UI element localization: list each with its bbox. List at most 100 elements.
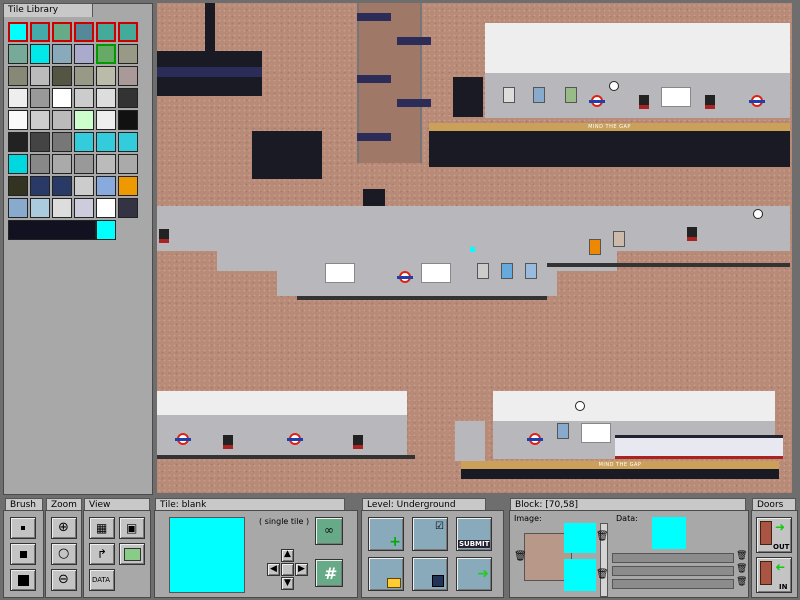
brush-medium-button[interactable] [10,543,36,565]
tile-lattice-3[interactable] [118,132,138,152]
tile-exit[interactable] [74,44,94,64]
tile-bench[interactable] [30,110,50,130]
export-level-button[interactable]: ➜ [456,557,492,591]
tile-poster-e[interactable] [30,198,50,218]
tile-ceiling-2[interactable] [74,88,94,108]
tile-gravel-4[interactable] [96,154,116,174]
trash-icon[interactable]: 🗑 [736,551,747,561]
tile-brick-b[interactable] [74,66,94,86]
submit-level-button[interactable]: SUBMIT [456,517,492,551]
tile-brick-d[interactable] [118,66,138,86]
tile-gravel[interactable] [30,154,50,174]
tile-figure-3[interactable] [118,22,138,42]
level-properties-button[interactable]: ☑ [412,517,448,551]
tile-map-poster[interactable] [52,198,72,218]
tile-rock[interactable] [8,66,28,86]
tile-ceiling-3[interactable] [96,88,116,108]
tile-stairs[interactable] [8,154,28,174]
brush-small-button[interactable] [10,517,36,539]
tile-poster-a[interactable] [74,176,94,196]
tile-map-poster-2[interactable] [74,198,94,218]
tile-void[interactable] [118,110,138,130]
trash-icon[interactable]: 🗑 [736,564,747,574]
tile-poster-d[interactable] [8,198,28,218]
data-view-button[interactable]: DATA [89,569,115,591]
bin [705,95,715,109]
tile-track[interactable] [52,66,72,86]
tile-wheel[interactable] [30,66,50,86]
tile-grate-2[interactable] [30,132,50,152]
tile-arrow[interactable] [30,44,50,64]
landscape-icon [124,548,141,561]
tile-gravel-5[interactable] [118,154,138,174]
zoom-in-button[interactable]: ⊕ [51,517,77,539]
tile-start[interactable] [30,22,50,42]
new-level-button[interactable]: + [368,517,404,551]
tile-bin[interactable] [8,176,28,196]
tile-ceiling[interactable] [52,88,72,108]
bin [687,227,697,241]
arrow-center-button[interactable] [281,563,294,576]
trash-icon[interactable]: 🗑 [514,551,527,562]
level-map[interactable]: MIND THE GAP MIND THE GAP [157,3,792,493]
tile-figure[interactable] [74,22,94,42]
tile-lattice-2[interactable] [96,132,116,152]
arrow-down-button[interactable]: ▼ [281,577,294,590]
tile-lattice[interactable] [74,132,94,152]
save-level-button[interactable] [412,557,448,591]
out-label: OUT [773,543,790,551]
tile-gravel-3[interactable] [74,154,94,174]
block-image-layer-top[interactable] [564,523,596,553]
arrow-left-button[interactable]: ◀ [267,563,280,576]
data-slot[interactable] [612,566,734,576]
tile-brick-a[interactable] [118,44,138,64]
tile-poster-b[interactable] [96,176,116,196]
tile-blank[interactable] [8,22,28,42]
grid-view-button[interactable]: ▦ [89,517,115,539]
zoom-out-button[interactable]: ⊖ [51,569,77,591]
tile-escalator[interactable] [52,22,72,42]
tile-grate[interactable] [8,132,28,152]
trash-icon[interactable]: 🗑 [736,577,747,587]
brush-large-button[interactable] [10,569,36,591]
tile-gravel-2[interactable] [52,154,72,174]
tile-brick-c[interactable] [96,66,116,86]
door-in-button[interactable]: ➜ IN [756,557,792,593]
tile-night-2[interactable] [52,176,72,196]
data-slot[interactable] [612,579,734,589]
tile-dark[interactable] [118,88,138,108]
path-view-button[interactable]: ↱ [89,543,115,565]
data-slot[interactable] [612,553,734,563]
tile-cyan[interactable] [96,220,116,240]
arrow-up-button[interactable]: ▲ [281,549,294,562]
tile-roundel[interactable] [96,198,116,218]
tile-player[interactable] [96,44,116,64]
data-label: Data: [616,514,638,523]
tile-train[interactable] [8,220,96,240]
tile-gun[interactable] [52,44,72,64]
door-out-button[interactable]: ➜ OUT [756,517,792,553]
tile-wall-gray[interactable] [30,88,50,108]
tile-white[interactable] [8,110,28,130]
tile-night[interactable] [30,176,50,196]
tile-poster-c[interactable] [118,176,138,196]
tile-ladder[interactable] [8,44,28,64]
tile-train-front[interactable] [118,198,138,218]
block-image-layer-bottom[interactable] [564,559,596,591]
tile-view-button[interactable]: ▣ [119,517,145,539]
tile-figure-2[interactable] [96,22,116,42]
trash-icon[interactable]: 🗑 [596,531,609,542]
arrow-right-button[interactable]: ▶ [295,563,308,576]
checklist-icon: ☑ [435,521,444,532]
tile-stone[interactable] [52,132,72,152]
tile-wall-white[interactable] [8,88,28,108]
trash-icon[interactable]: 🗑 [596,569,609,580]
tile-bench-2[interactable] [52,110,72,130]
tile-binoculars-button[interactable]: ∞ [315,517,343,545]
tile-floor[interactable] [96,110,116,130]
background-view-button[interactable] [119,543,145,565]
open-level-button[interactable] [368,557,404,591]
zoom-reset-button[interactable]: ○ [51,543,77,565]
tile-track-yellow[interactable] [74,110,94,130]
tile-grid-button[interactable]: # [315,559,343,587]
